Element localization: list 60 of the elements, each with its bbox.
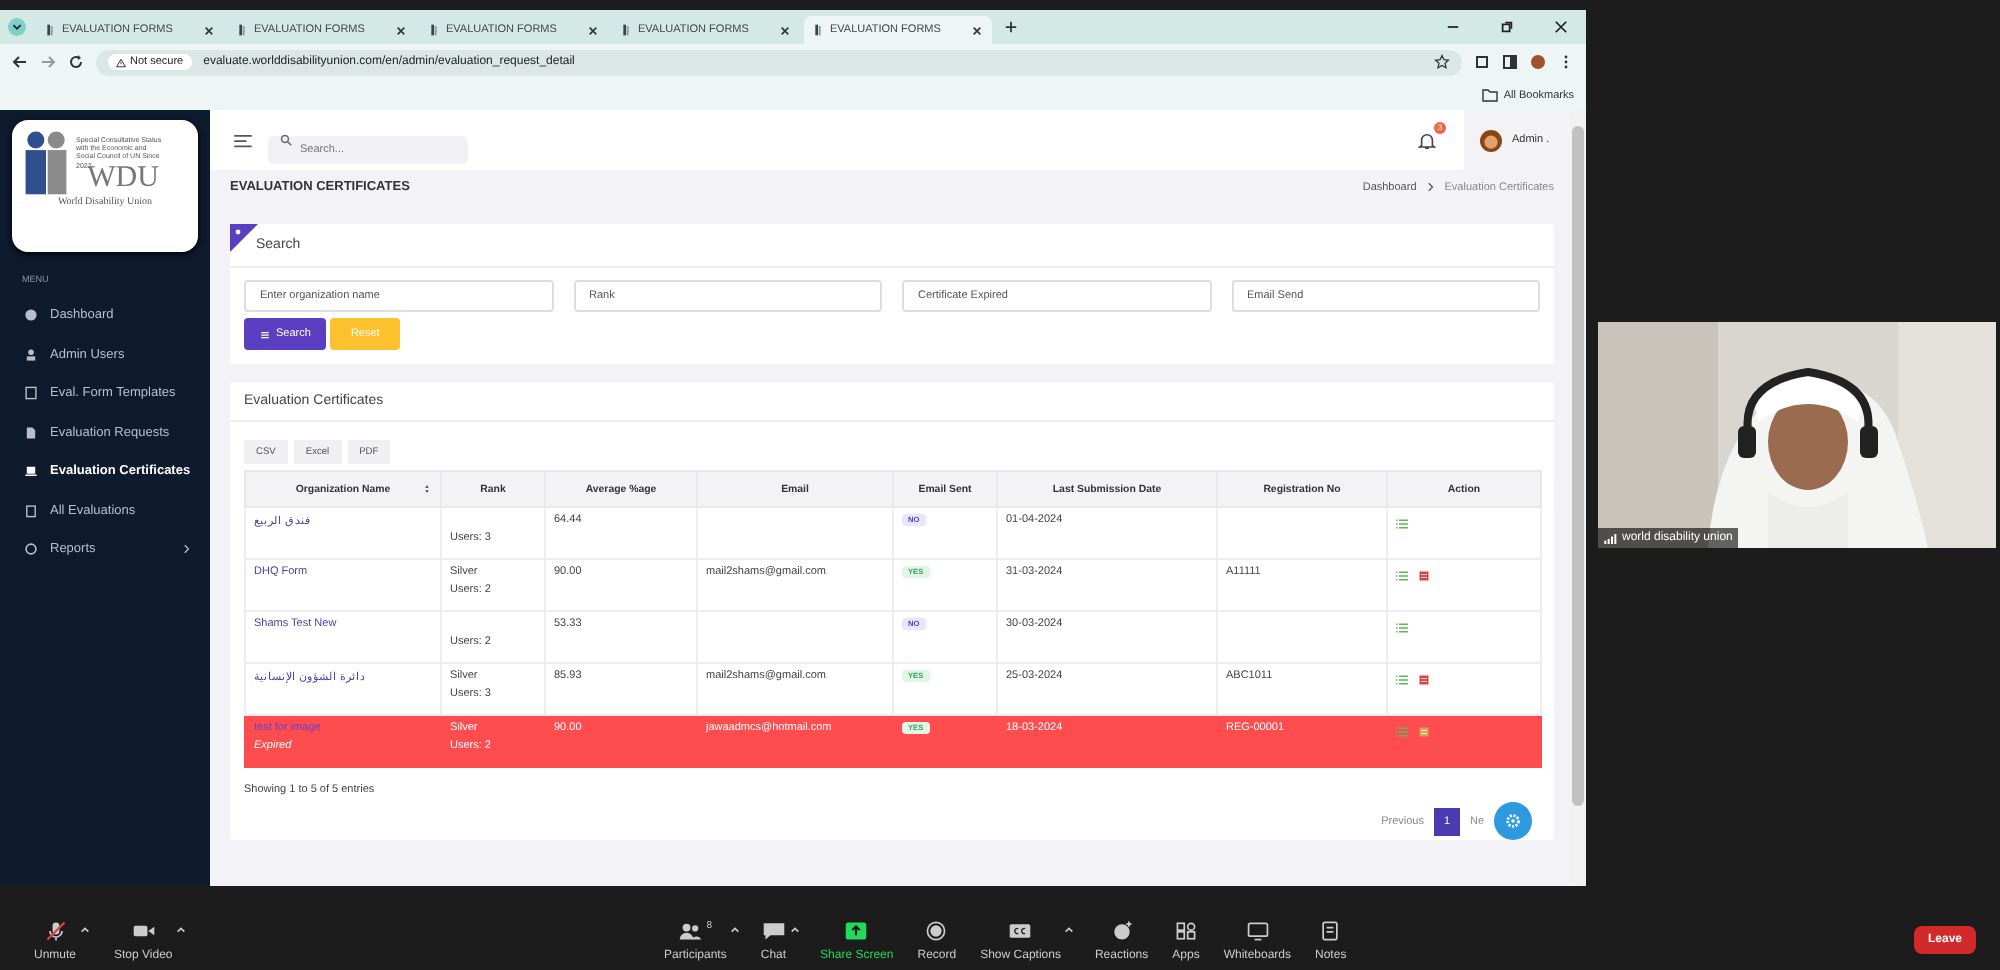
star-icon[interactable] (1434, 54, 1450, 70)
video-camera-icon (131, 920, 156, 942)
gear-icon (1504, 812, 1522, 830)
caret-icon[interactable] (80, 926, 91, 934)
monitor-icon (1245, 920, 1270, 942)
certificate-icon[interactable] (1418, 726, 1430, 738)
close-tab-icon[interactable] (588, 25, 598, 35)
chat-bubble-icon (761, 920, 786, 942)
favicon-icon (814, 24, 822, 36)
circle-icon (24, 542, 38, 557)
restore-icon[interactable] (1500, 20, 1514, 34)
extensions-icon[interactable] (1474, 54, 1490, 70)
side-panel-icon[interactable] (1502, 54, 1518, 70)
forward-icon[interactable] (40, 54, 56, 70)
caret-icon[interactable] (1064, 926, 1075, 934)
settings-button[interactable] (1494, 802, 1532, 840)
laptop-icon (24, 464, 38, 479)
form-icon (24, 386, 38, 401)
favicon-icon (430, 24, 438, 36)
favicon-icon (46, 24, 54, 36)
favicon-icon (238, 24, 246, 36)
close-icon[interactable] (1554, 20, 1568, 34)
apps-icon (1173, 920, 1198, 942)
bell-icon[interactable] (1418, 131, 1436, 149)
captions-icon (1008, 920, 1033, 942)
favicon-icon (622, 24, 630, 36)
reload-icon[interactable] (68, 54, 84, 70)
microphone-icon (43, 920, 67, 942)
certificate-icon[interactable] (1418, 674, 1430, 686)
globe-icon (24, 308, 38, 323)
caret-icon[interactable] (790, 926, 801, 934)
profile-avatar[interactable] (1530, 54, 1546, 70)
close-tab-icon[interactable] (972, 25, 982, 35)
person-icon (24, 347, 38, 362)
back-icon[interactable] (12, 54, 28, 70)
menu-icon[interactable] (234, 133, 252, 147)
close-tab-icon[interactable] (780, 25, 790, 35)
scrollbar[interactable] (1570, 110, 1586, 886)
chevron-icon (182, 544, 190, 555)
avatar-icon (1480, 129, 1502, 151)
logo-icon (20, 128, 72, 196)
caret-icon[interactable] (730, 926, 741, 934)
people-icon (678, 920, 703, 942)
certificate-icon[interactable] (1418, 570, 1430, 582)
warning-icon (116, 57, 126, 67)
close-tab-icon[interactable] (396, 25, 406, 35)
clipboard-icon (24, 503, 38, 518)
close-tab-icon[interactable] (204, 25, 214, 35)
folder-icon (1481, 88, 1498, 102)
tab-menu-icon[interactable] (8, 18, 26, 36)
document-icon (24, 425, 38, 440)
note-icon (1318, 920, 1343, 942)
caret-icon[interactable] (176, 926, 187, 934)
signal-icon (1604, 533, 1618, 543)
new-tab-icon[interactable] (1004, 20, 1018, 34)
record-icon (924, 920, 949, 942)
filter-icon (260, 329, 270, 339)
sort-icon[interactable] (424, 484, 430, 494)
chevron-icon (1426, 182, 1435, 192)
minimize-icon[interactable] (1446, 20, 1460, 34)
